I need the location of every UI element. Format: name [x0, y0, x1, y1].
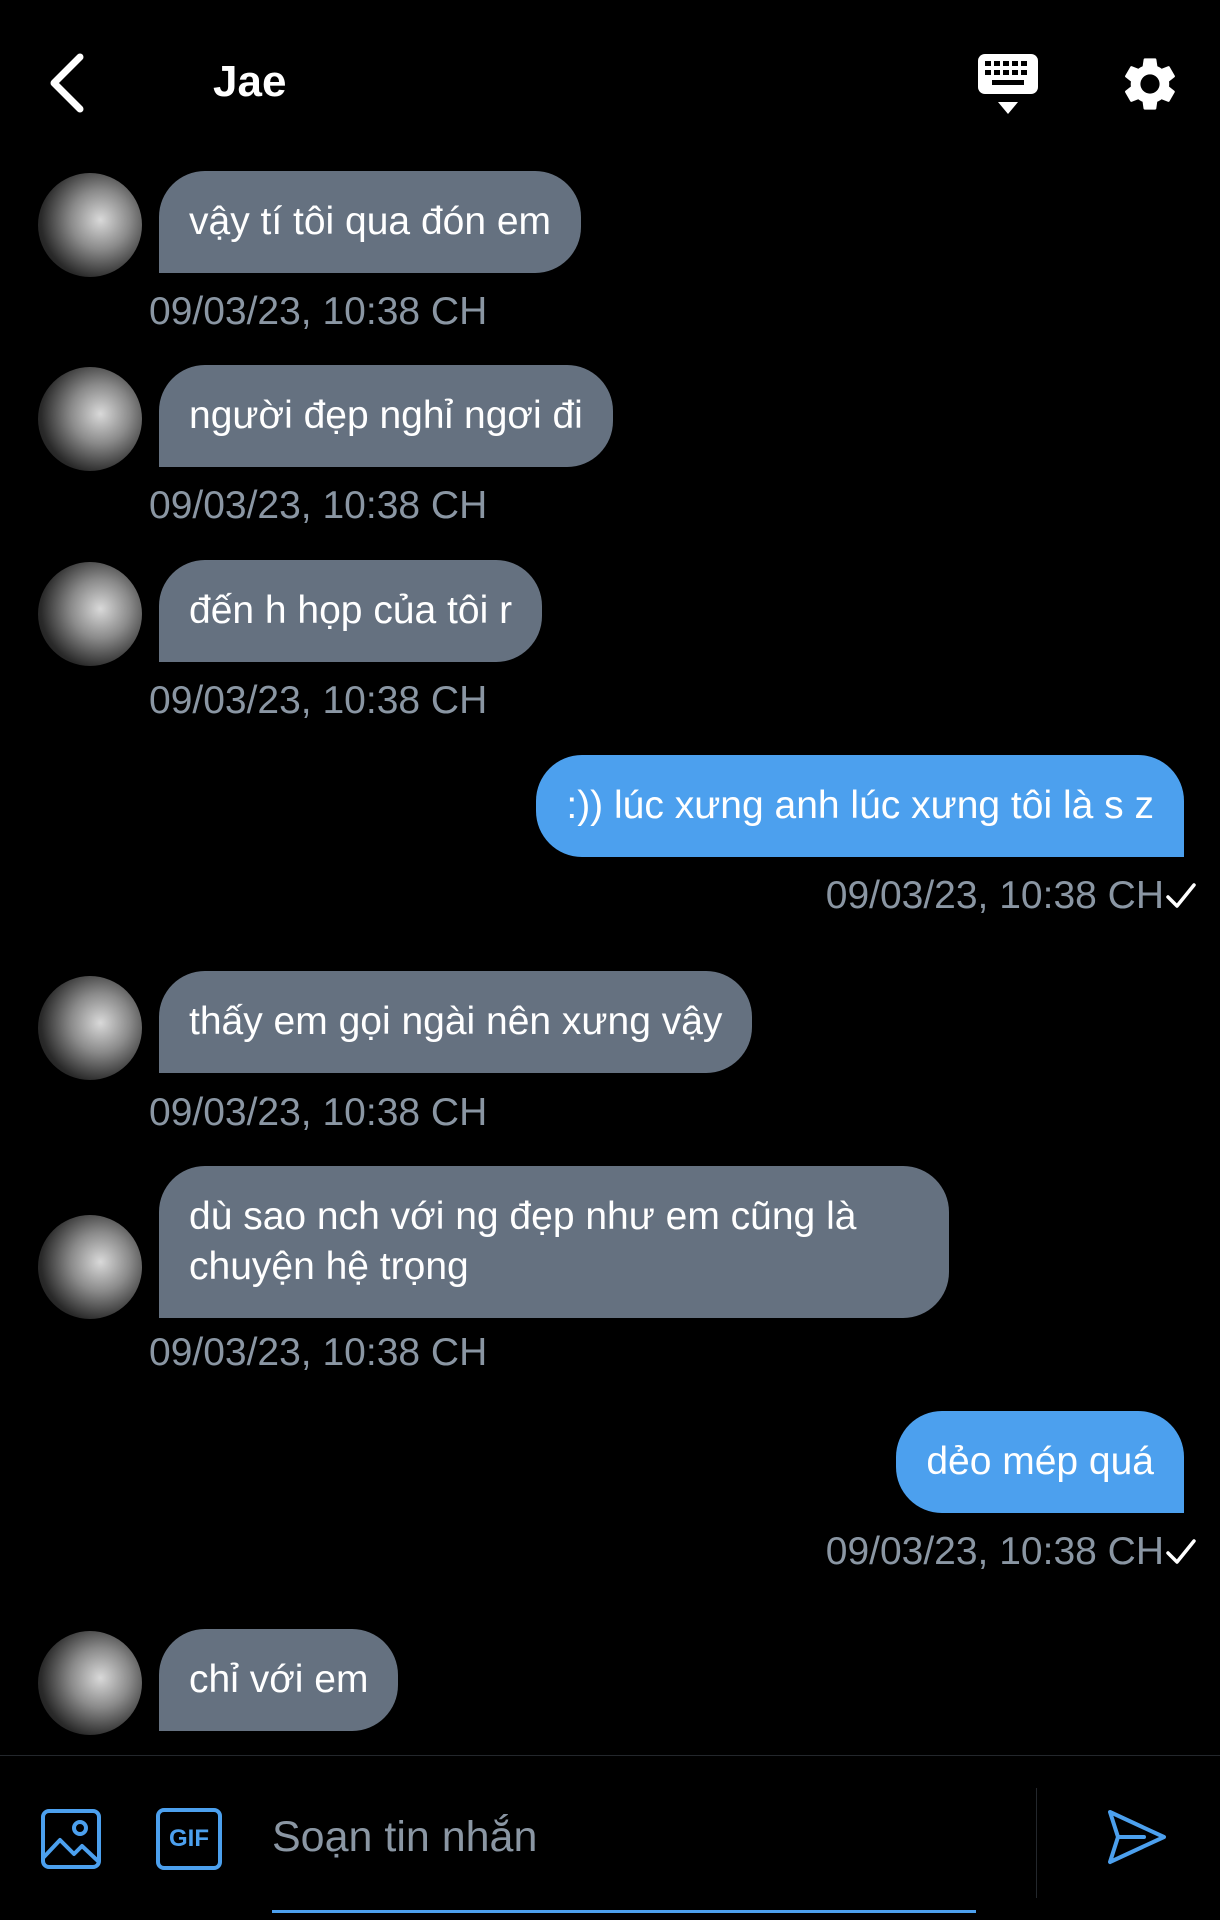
check-icon [1166, 1539, 1196, 1564]
message-list[interactable]: vậy tí tôi qua đón em 09/03/23, 10:38 CH… [0, 165, 1220, 1755]
composer-divider [1036, 1788, 1037, 1898]
back-button[interactable] [36, 45, 96, 121]
settings-button[interactable] [1118, 52, 1182, 116]
message-timestamp: 09/03/23, 10:38 CH [149, 484, 488, 527]
keyboard-button[interactable] [972, 50, 1044, 120]
avatar[interactable] [38, 1631, 142, 1735]
message-bubble[interactable]: người đẹp nghỉ ngơi đi [159, 365, 613, 467]
gear-icon [1125, 58, 1175, 110]
message-timestamp: 09/03/23, 10:38 CH [825, 1530, 1164, 1573]
avatar[interactable] [38, 1215, 142, 1319]
message-bubble[interactable]: :)) lúc xưng anh lúc xưng tôi là s z [536, 755, 1184, 857]
chat-header: Jae [0, 0, 1220, 165]
message-bubble[interactable]: chỉ với em [159, 1629, 399, 1731]
input-underline [272, 1910, 976, 1913]
message-timestamp: 09/03/23, 10:38 CH [149, 1331, 488, 1374]
chat-screen: Jae vậy tí tôi qua đón em 09/03/23, 10:3… [0, 0, 1220, 1920]
message-bubble[interactable]: thấy em gọi ngài nên xưng vậy [159, 971, 753, 1073]
send-icon [1108, 1810, 1166, 1864]
message-timestamp: 09/03/23, 10:38 CH [149, 290, 488, 333]
check-icon [1166, 883, 1196, 908]
message-timestamp: 09/03/23, 10:38 CH [149, 679, 488, 722]
avatar[interactable] [38, 367, 142, 471]
avatar[interactable] [38, 173, 142, 277]
gif-button[interactable]: GIF [156, 1808, 222, 1870]
attach-image-button[interactable] [40, 1808, 102, 1870]
message-bubble[interactable]: đến h họp của tôi r [159, 560, 543, 662]
message-bubble[interactable]: dù sao nch với ng đẹp như em cũng là chu… [159, 1166, 949, 1318]
send-button[interactable] [1104, 1804, 1170, 1870]
message-input[interactable] [272, 1794, 976, 1880]
message-timestamp: 09/03/23, 10:38 CH [149, 1091, 488, 1134]
conversation-title: Jae [213, 57, 287, 106]
message-bubble[interactable]: vậy tí tôi qua đón em [159, 171, 582, 273]
image-icon [41, 1809, 101, 1869]
keyboard-icon [978, 54, 1038, 114]
message-bubble[interactable]: dẻo mép quá [896, 1411, 1184, 1513]
avatar[interactable] [38, 976, 142, 1080]
message-timestamp: 09/03/23, 10:38 CH [825, 874, 1164, 917]
message-composer: GIF [0, 1755, 1220, 1920]
avatar[interactable] [38, 562, 142, 666]
back-arrow-icon [50, 53, 84, 113]
